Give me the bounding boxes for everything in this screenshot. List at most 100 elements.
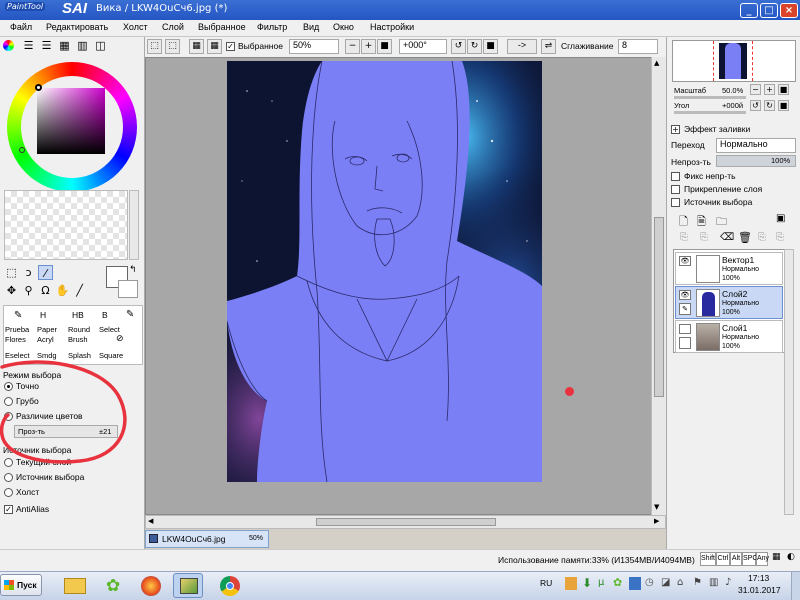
scroll-up-icon[interactable]: ▲	[654, 59, 659, 67]
source-canvas-label[interactable]: Холст	[16, 487, 39, 497]
canvas-vertical-scrollbar[interactable]: ▲ ▼	[651, 57, 666, 515]
tray-icon-7[interactable]: ◪	[661, 577, 673, 590]
lock-opacity-label[interactable]: Фикс непр-ть	[684, 171, 736, 181]
nav-angle-slider[interactable]	[674, 111, 746, 114]
menu-layer[interactable]: Слой	[162, 22, 184, 32]
brush-extra-icon[interactable]: ✎	[126, 309, 134, 320]
selection-source-label[interactable]: Источник выбора	[684, 197, 752, 207]
brush-lock-icon[interactable]	[679, 337, 691, 349]
tray-icon-8[interactable]: ⌂	[677, 577, 689, 590]
menu-canvas[interactable]: Холст	[123, 22, 148, 32]
navigator-preview[interactable]	[672, 40, 796, 82]
navigator-viewport[interactable]	[713, 41, 753, 81]
selection-source-checkbox[interactable]	[671, 198, 680, 207]
copy-layer-icon[interactable]: ⎘	[680, 232, 688, 243]
delete-layer-icon[interactable]: 🗑	[738, 231, 752, 244]
opacity-slider[interactable]: 100%	[716, 155, 796, 167]
rotate-icon[interactable]: Ω	[38, 283, 53, 298]
scratchpad-icon[interactable]: ◫	[93, 38, 108, 53]
flip-button[interactable]: ->	[507, 39, 537, 54]
selection-label[interactable]: Выбранное	[238, 41, 283, 51]
start-button[interactable]: Пуск	[0, 574, 42, 596]
nav-zoom-slider[interactable]	[674, 96, 746, 99]
layer-menu-icon[interactable]: ▣	[776, 213, 785, 224]
tray-icon-6[interactable]: ◷	[645, 577, 657, 590]
taskbar-firefox[interactable]	[137, 573, 167, 598]
show-desktop-button[interactable]	[791, 572, 800, 600]
layer-row[interactable]: 👁 Вектор1 Нормально 100%	[675, 252, 783, 285]
move-icon[interactable]: ✥	[4, 283, 19, 298]
lock-opacity-checkbox[interactable]	[671, 172, 680, 181]
layer-row[interactable]: 👁 ✎ Слой2 Нормально 100%	[675, 286, 783, 319]
fill-effect-expand-icon[interactable]: +	[671, 125, 680, 134]
lasso-icon[interactable]: ↄ	[21, 265, 36, 280]
angle-select[interactable]: +000°	[399, 39, 447, 54]
clear-layer-icon[interactable]: ⌫	[720, 232, 734, 243]
source-canvas-radio[interactable]	[4, 488, 13, 497]
merge-down-icon[interactable]: ⎘	[700, 232, 708, 243]
nav-rotate-cw-icon[interactable]: ↻	[764, 100, 775, 111]
taskbar-explorer[interactable]	[60, 573, 90, 598]
nav-zoom-reset-icon[interactable]: ■	[778, 84, 789, 95]
tray-icq-icon[interactable]: ✿	[613, 577, 625, 590]
scroll-left-icon[interactable]: ◀	[148, 517, 153, 525]
maximize-button[interactable]: □	[760, 3, 778, 18]
rgb-slider-icon[interactable]: ☰	[21, 38, 36, 53]
hscroll-thumb[interactable]	[316, 518, 496, 526]
brush-paper[interactable]: Paper	[37, 325, 57, 334]
visibility-eye-icon[interactable]: 👁	[679, 290, 691, 300]
tray-icon-1[interactable]	[565, 577, 577, 590]
eyedropper-icon[interactable]: ╱	[72, 283, 87, 298]
visibility-eye-icon[interactable]	[679, 324, 691, 334]
rotate-cw-icon[interactable]: ↻	[467, 39, 482, 54]
scroll-down-icon[interactable]: ▼	[654, 503, 659, 511]
brush-round[interactable]: Round	[68, 325, 90, 334]
language-indicator[interactable]: RU	[540, 578, 552, 588]
brush-flores[interactable]: Flores	[5, 335, 26, 344]
color-swatch-grid[interactable]	[4, 190, 128, 260]
clip-layer-checkbox[interactable]	[671, 185, 680, 194]
menu-settings[interactable]: Настройки	[370, 22, 414, 32]
close-button[interactable]: ×	[780, 3, 798, 18]
grid-icon[interactable]: ▦	[772, 552, 781, 562]
zoom-in-icon[interactable]: +	[361, 39, 376, 54]
layer-scrollbar[interactable]	[784, 249, 794, 515]
hsv-slider-icon[interactable]: ☰	[39, 38, 54, 53]
antialias-checkbox[interactable]: ✓	[4, 505, 13, 514]
layer-row[interactable]: Слой1 Нормально 100%	[675, 320, 783, 353]
flip-icon[interactable]: ⇌	[541, 39, 556, 54]
show-selection-icon[interactable]: ▦	[189, 39, 204, 54]
color-wheel-mode-icon[interactable]	[3, 40, 14, 51]
blend-select[interactable]: Нормально	[716, 138, 796, 153]
menu-selection[interactable]: Выбранное	[198, 22, 246, 32]
clock-time[interactable]: 17:13	[748, 573, 769, 583]
tray-network-icon[interactable]: ▥	[709, 577, 721, 590]
palette-icon[interactable]: ▦	[57, 38, 72, 53]
fill-effect-label[interactable]: Эффект заливки	[684, 124, 750, 134]
smoothing-select[interactable]: 8	[618, 39, 658, 54]
antialias-label[interactable]: AntiAlias	[16, 504, 49, 514]
taskbar-chrome[interactable]	[216, 573, 246, 598]
menu-view[interactable]: Вид	[303, 22, 319, 32]
tray-volume-icon[interactable]: ♪	[725, 577, 737, 590]
tray-download-icon[interactable]: ⬇	[582, 577, 594, 590]
canvas-horizontal-scrollbar[interactable]: ◀ ▶	[145, 515, 666, 529]
selection-checkbox[interactable]: ✓	[226, 42, 235, 51]
brush-lock-icon[interactable]: ✎	[679, 303, 691, 315]
zoom-select[interactable]: 50%	[289, 39, 339, 54]
taskbar-sai[interactable]	[173, 573, 203, 598]
nav-zoom-out-icon[interactable]: −	[750, 84, 761, 95]
document-tab[interactable]: LKW4OuCч6.jpg 50%	[145, 530, 269, 548]
rect-select-icon[interactable]: ⬚	[4, 265, 19, 280]
overlay-icon[interactable]: ◐	[787, 552, 795, 562]
clock-date[interactable]: 31.01.2017	[738, 585, 781, 595]
brush-b-label[interactable]: B	[102, 310, 108, 320]
new-folder-icon[interactable]: 🗀	[716, 213, 727, 232]
source-selection-source-label[interactable]: Источник выбора	[16, 472, 84, 482]
swap-color-icon[interactable]: ↰	[129, 265, 137, 275]
nav-rotate-ccw-icon[interactable]: ↺	[750, 100, 761, 111]
zoom-icon[interactable]: ⚲	[21, 283, 36, 298]
hide-selection-icon[interactable]: ▦	[207, 39, 222, 54]
vscroll-thumb[interactable]	[654, 217, 664, 397]
zoom-out-icon[interactable]: −	[345, 39, 360, 54]
